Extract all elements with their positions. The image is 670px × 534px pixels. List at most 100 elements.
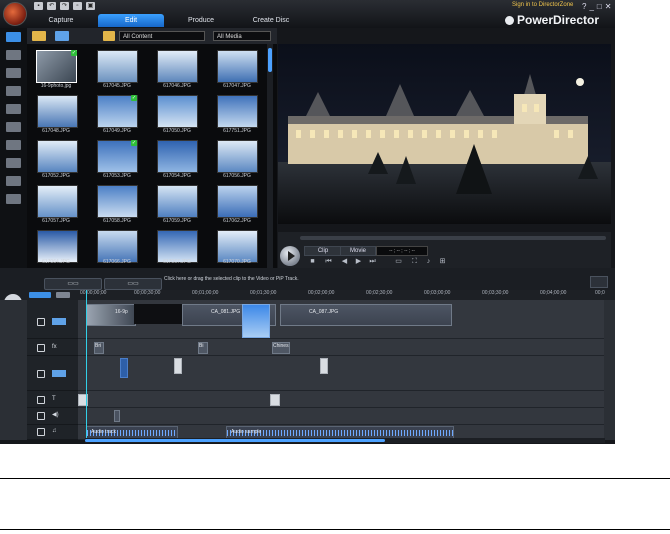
clip-mode-button[interactable]: Clip: [304, 246, 342, 256]
timecode-display[interactable]: -- ; -- ; -- ; --: [376, 246, 428, 256]
movie-mode-button[interactable]: Movie: [340, 246, 376, 256]
library-item-thumbnail[interactable]: [157, 50, 198, 83]
app-logo-icon[interactable]: [3, 2, 27, 26]
next-frame-icon[interactable]: ⏭: [368, 258, 377, 266]
fullscreen-icon[interactable]: ⛶: [410, 258, 419, 266]
sign-in-link[interactable]: Sign in to DirectorZone: [512, 2, 573, 8]
title-room-icon[interactable]: [6, 104, 21, 114]
pip-track[interactable]: [78, 356, 604, 391]
library-item-label: 617052.JPG: [42, 173, 70, 179]
transition-room-icon[interactable]: [6, 122, 21, 132]
title-clip[interactable]: [270, 394, 280, 406]
effect-clip[interactable]: Bri: [94, 342, 104, 354]
content-filter-dropdown[interactable]: All Content: [119, 31, 205, 41]
timeline-playhead[interactable]: [86, 290, 87, 438]
library-item-thumbnail[interactable]: [97, 185, 138, 218]
library-item-thumbnail[interactable]: [37, 140, 78, 173]
close-icon[interactable]: ✕: [605, 2, 612, 11]
library-item-thumbnail[interactable]: [37, 185, 78, 218]
library-item-thumbnail[interactable]: [217, 185, 258, 218]
subtitle-room-icon[interactable]: [6, 194, 21, 204]
effect-track[interactable]: [78, 339, 604, 356]
media-filter-dropdown[interactable]: All Media: [213, 31, 271, 41]
effect-clip[interactable]: Bi: [198, 342, 208, 354]
help-icon[interactable]: ?: [582, 2, 586, 11]
track-view-toggle[interactable]: [29, 292, 51, 298]
library-item-thumbnail[interactable]: [157, 140, 198, 173]
media-room-icon[interactable]: [6, 32, 21, 42]
new-project-icon[interactable]: ▫: [73, 2, 82, 10]
timeline-scrollbar-thumb[interactable]: [85, 439, 385, 442]
maximize-icon[interactable]: □: [597, 2, 602, 11]
lock-icon[interactable]: [37, 412, 45, 420]
download-media-icon[interactable]: [55, 31, 69, 41]
tab-edit[interactable]: Edit: [98, 14, 164, 27]
preview-scrubber[interactable]: [300, 236, 606, 240]
voice-over-room-icon[interactable]: [6, 158, 21, 168]
fast-forward-icon[interactable]: ▶: [354, 258, 363, 266]
timeline-ruler[interactable]: 00;00;00;00 00;00;30;00 00;01;00;00 00;0…: [80, 290, 610, 300]
particle-room-icon[interactable]: [6, 86, 21, 96]
ruler-label: 00;00;30;00: [134, 290, 161, 296]
video-clip[interactable]: 16-9p: [86, 304, 136, 326]
library-item-thumbnail[interactable]: [217, 140, 258, 173]
ruler-label: 00;03;30;00: [482, 290, 509, 296]
lock-icon[interactable]: [37, 370, 45, 378]
lock-icon[interactable]: [37, 318, 45, 326]
timeline-view-button[interactable]: ▭▭: [104, 278, 162, 290]
library-item-thumbnail[interactable]: [97, 50, 138, 83]
undo-icon[interactable]: ↶: [47, 2, 56, 10]
lock-icon[interactable]: [37, 396, 45, 404]
title-bar: ▪ ↶ ↷ ▫ ▣ Capture Edit Produce Create Di…: [0, 0, 615, 28]
tab-create-disc[interactable]: Create Disc: [238, 14, 304, 27]
rewind-icon[interactable]: ◀: [340, 258, 349, 266]
timeline-scrollbar[interactable]: [85, 438, 605, 443]
volume-icon[interactable]: ♪: [424, 258, 433, 266]
page-divider-bottom: [0, 529, 670, 530]
pip-clip[interactable]: [174, 358, 182, 374]
library-scrollbar-thumb[interactable]: [268, 48, 272, 72]
preview-window: [278, 44, 611, 224]
storyboard-view-button[interactable]: ▭▭: [44, 278, 102, 290]
library-item-thumbnail[interactable]: [157, 185, 198, 218]
view-options-icon[interactable]: ⊞: [438, 258, 447, 266]
previous-frame-icon[interactable]: ⏮: [324, 258, 333, 266]
pip-clip[interactable]: [320, 358, 328, 374]
pip-objects-room-icon[interactable]: [6, 68, 21, 78]
redo-icon[interactable]: ↷: [60, 2, 69, 10]
voice-clip[interactable]: [114, 410, 120, 422]
library-item-thumbnail[interactable]: [37, 95, 78, 128]
voice-track[interactable]: [78, 408, 604, 425]
effect-clip[interactable]: Chines: [272, 342, 290, 354]
library-item-thumbnail[interactable]: [157, 95, 198, 128]
effect-room-icon[interactable]: [6, 50, 21, 60]
title-track[interactable]: [78, 391, 604, 408]
chapter-room-icon[interactable]: [6, 176, 21, 186]
pip-dragged-clip[interactable]: [242, 304, 270, 338]
effect-clip-label: Bi: [199, 343, 204, 349]
lock-icon[interactable]: [37, 428, 45, 436]
open-folder-icon[interactable]: ▣: [86, 2, 95, 10]
library-scrollbar[interactable]: [267, 44, 273, 268]
import-media-icon[interactable]: [32, 31, 46, 41]
stop-icon[interactable]: ■: [308, 258, 317, 266]
save-icon[interactable]: ▪: [34, 2, 43, 10]
pip-clip[interactable]: [120, 358, 128, 378]
library-item-thumbnail[interactable]: [217, 95, 258, 128]
track-manager-icon[interactable]: [56, 292, 70, 298]
tab-produce[interactable]: Produce: [168, 14, 234, 27]
lock-icon[interactable]: [37, 344, 45, 352]
library-item-thumbnail[interactable]: [217, 50, 258, 83]
snapshot-icon[interactable]: ▭: [394, 258, 403, 266]
minimize-icon[interactable]: _: [589, 2, 593, 11]
audio-mixing-room-icon[interactable]: [6, 140, 21, 150]
video-clip[interactable]: CA_087.JPG: [280, 304, 452, 326]
powerdirector-window: ▪ ↶ ↷ ▫ ▣ Capture Edit Produce Create Di…: [0, 0, 615, 444]
timeline-settings-icon[interactable]: [590, 276, 608, 288]
ruler-label: 00;0: [595, 290, 605, 296]
library-folder-icon[interactable]: [103, 31, 115, 41]
audio-clip-label: Audio sample: [231, 429, 262, 435]
tab-capture[interactable]: Capture: [28, 14, 94, 27]
media-library: ✓ 16-9photo.jpg 617045.JPG 617046.JPG 61…: [27, 44, 277, 268]
play-button[interactable]: [280, 246, 300, 266]
